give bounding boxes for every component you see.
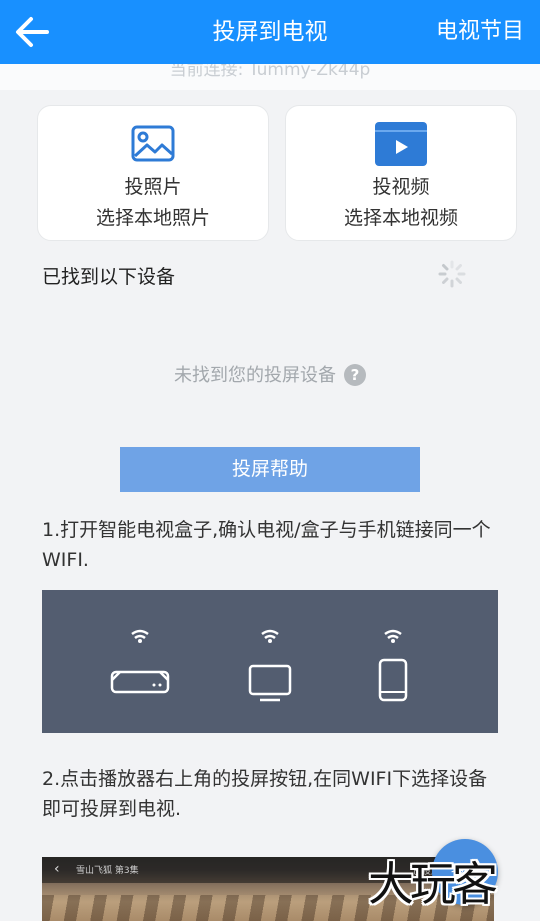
player-video-title: 雪山飞狐 第3集: [76, 866, 139, 876]
back-button[interactable]: [10, 10, 54, 54]
cast-video-subtitle: 选择本地视频: [343, 207, 458, 229]
cast-photo-subtitle: 选择本地照片: [95, 207, 210, 229]
connection-status: 当前连接: Tummy-Zk44p: [169, 64, 371, 80]
tv-box-icon: [110, 629, 170, 694]
phone-icon: [378, 629, 408, 702]
arrow-left-icon: [16, 17, 49, 47]
top-app-bar: 投屏到电视 电视节目: [0, 0, 540, 64]
step-2-text: 2.点击播放器右上角的投屏按钮,在同WIFI下选择设备即可投屏到电视.: [42, 768, 488, 820]
tv-programs-link[interactable]: 电视节目: [436, 0, 524, 64]
connection-status-bar: 当前连接: Tummy-Zk44p: [0, 64, 540, 90]
cast-photo-card[interactable]: 投照片 选择本地照片: [37, 105, 269, 241]
chevron-left-icon: ‹: [54, 861, 60, 877]
watermark-text: 大玩客: [368, 857, 498, 911]
no-device-text: 未找到您的投屏设备: [174, 365, 336, 386]
cast-options: 投照片 选择本地照片 投视频 选择本地视频: [37, 105, 517, 241]
watermark-logo: 大玩客: [368, 855, 540, 915]
cast-help-button[interactable]: 投屏帮助: [120, 447, 420, 492]
video-play-icon: [375, 122, 427, 166]
cast-video-card[interactable]: 投视频 选择本地视频: [285, 105, 517, 241]
image-icon: [131, 125, 175, 162]
cast-video-title: 投视频: [372, 176, 430, 198]
devices-found-label: 已找到以下设备: [42, 266, 176, 288]
step-1-text: 1.打开智能电视盒子,确认电视/盒子与手机链接同一个WIFI.: [42, 519, 491, 571]
loading-spinner-icon: [438, 260, 466, 288]
devices-illustration: [42, 590, 498, 733]
question-help-icon[interactable]: ?: [344, 364, 366, 386]
no-device-message: 未找到您的投屏设备?: [0, 361, 540, 387]
monitor-icon: [248, 629, 292, 702]
cast-photo-title: 投照片: [124, 176, 182, 198]
